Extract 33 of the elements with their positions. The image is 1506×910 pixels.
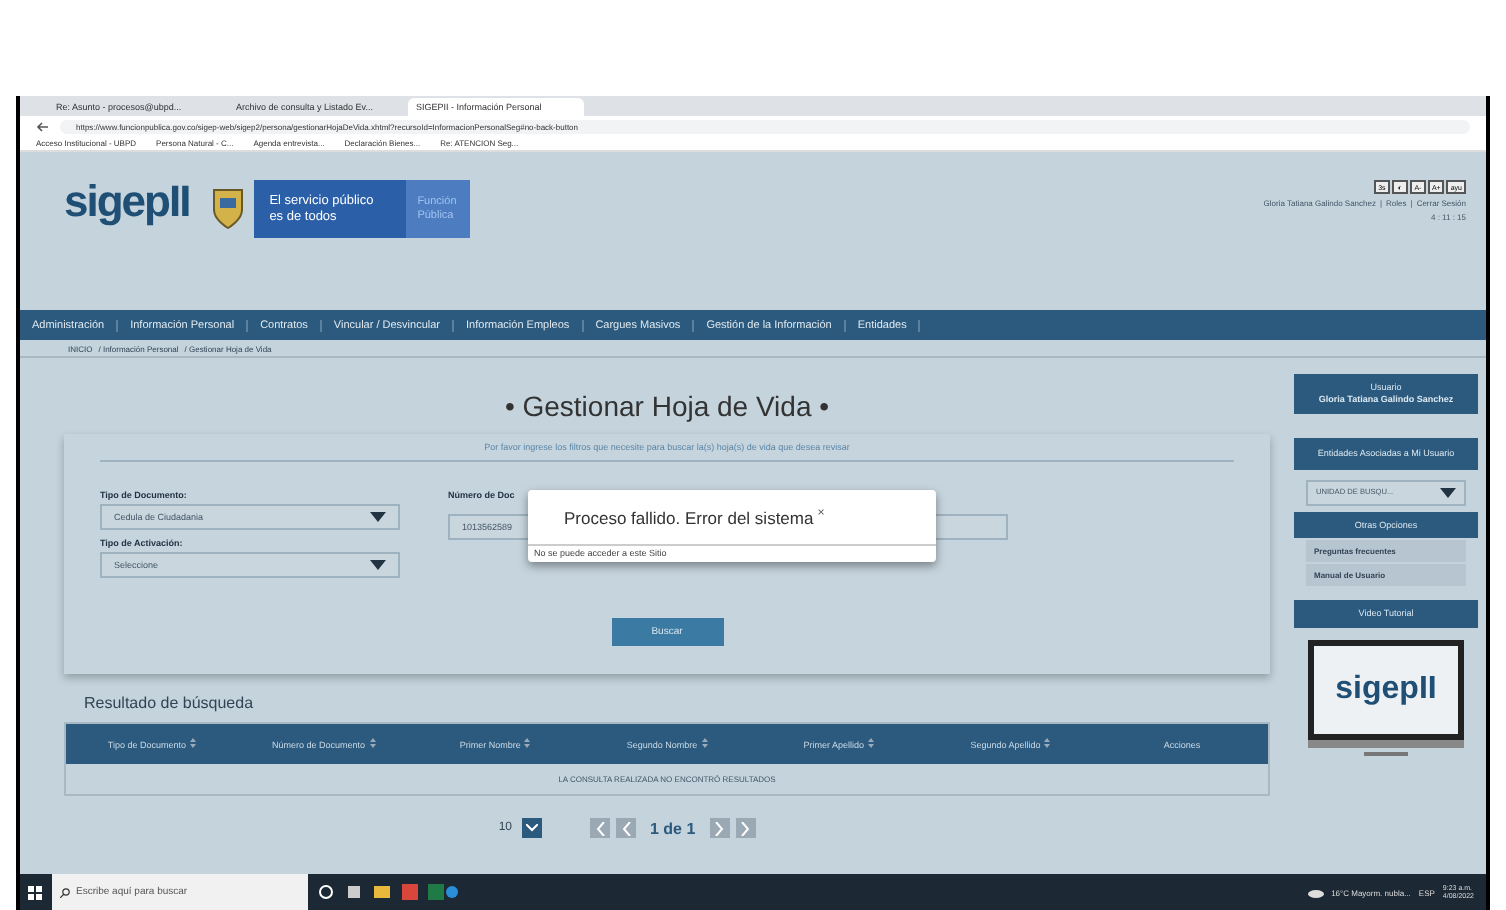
- caret-icon: [1440, 487, 1456, 498]
- back-icon[interactable]: [36, 121, 48, 131]
- coat-of-arms-icon: [209, 186, 246, 230]
- sort-icon[interactable]: [524, 738, 531, 748]
- chevron-left-icon: [595, 821, 605, 835]
- sort-icon[interactable]: [189, 738, 196, 748]
- chevron-left-icon: [621, 821, 631, 835]
- results-heading: Resultado de búsqueda: [84, 694, 256, 712]
- caret-icon: [526, 824, 538, 832]
- caret-icon: [370, 560, 386, 570]
- page-indicator: 1 de 1: [650, 819, 696, 837]
- next-page-button[interactable]: [735, 818, 756, 838]
- sort-icon[interactable]: [369, 738, 376, 748]
- site-logo: sigepII: [64, 180, 190, 230]
- next-page-button[interactable]: [709, 818, 730, 838]
- page-title: • Gestionar Hoja de Vida •: [502, 390, 832, 422]
- sort-icon[interactable]: [701, 738, 708, 748]
- app-icons-drawing[interactable]: [318, 884, 458, 900]
- page-size-dropdown[interactable]: [522, 818, 542, 838]
- sort-icon[interactable]: [867, 738, 874, 748]
- monitor-stand-icon: [1308, 740, 1464, 761]
- search-icon: [60, 887, 70, 897]
- previous-page-button[interactable]: [616, 818, 636, 838]
- chevron-right-icon: [740, 821, 751, 835]
- video-logo: sigepII: [1335, 672, 1437, 709]
- previous-page-button[interactable]: [590, 818, 610, 838]
- caret-icon: [370, 512, 386, 522]
- chevron-right-icon: [714, 821, 725, 835]
- sort-icon[interactable]: [1044, 738, 1051, 748]
- windows-icon[interactable]: [28, 885, 42, 899]
- dialog-title: Proceso fallido. Error del sistema: [564, 508, 814, 528]
- weather-icon: [1307, 887, 1324, 897]
- video-tutorial-screen[interactable]: sigepII: [1308, 640, 1464, 741]
